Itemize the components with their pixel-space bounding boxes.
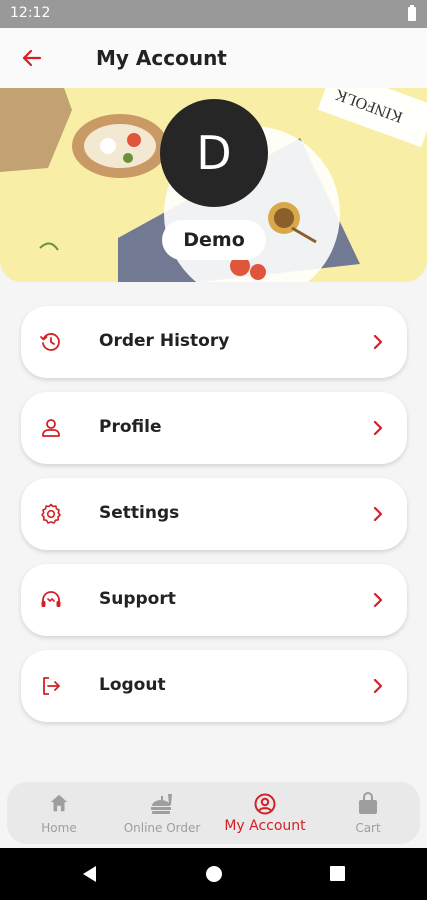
bottom-navigation: Home Online Order My Account Cart	[7, 782, 420, 844]
chevron-right-icon	[373, 678, 383, 694]
menu-item-label: Order History	[99, 331, 230, 351]
menu-item-label: Profile	[99, 417, 162, 437]
battery-icon	[408, 5, 416, 21]
user-icon	[42, 419, 60, 437]
user-name: Demo	[162, 220, 266, 260]
headset-icon	[41, 591, 61, 607]
nav-item-cart[interactable]: Cart	[316, 782, 420, 844]
menu-item-label: Logout	[99, 675, 166, 695]
food-icon	[151, 794, 172, 814]
menu-item-settings[interactable]: Settings	[21, 478, 407, 550]
app-bar: My Account	[0, 28, 427, 88]
chevron-right-icon	[373, 506, 383, 522]
status-time: 12:12	[10, 5, 51, 21]
nav-item-home[interactable]: Home	[7, 782, 111, 844]
menu-item-label: Settings	[99, 503, 180, 523]
bag-icon	[359, 792, 377, 814]
status-bar: 12:12	[0, 0, 427, 28]
menu-item-support[interactable]: Support	[21, 564, 407, 636]
avatar[interactable]: D	[160, 99, 268, 207]
menu-item-profile[interactable]: Profile	[21, 392, 407, 464]
nav-label: Online Order	[123, 821, 201, 835]
chevron-right-icon	[373, 334, 383, 350]
chevron-right-icon	[373, 420, 383, 436]
nav-label: Home	[41, 821, 77, 835]
nav-item-my-account[interactable]: My Account	[213, 782, 317, 844]
recents-square-icon[interactable]	[329, 865, 346, 882]
menu-item-order-history[interactable]: Order History	[21, 306, 407, 378]
system-navigation-bar	[0, 848, 427, 900]
back-arrow-icon[interactable]	[18, 44, 46, 72]
menu-item-label: Support	[99, 589, 176, 609]
home-icon	[50, 794, 68, 812]
logout-icon	[43, 677, 60, 695]
home-circle-icon[interactable]	[205, 865, 223, 883]
menu-item-logout[interactable]: Logout	[21, 650, 407, 722]
gear-icon	[41, 503, 61, 524]
nav-label: Cart	[355, 821, 381, 835]
chevron-right-icon	[373, 592, 383, 608]
account-menu: Order History Profile Settings Support L…	[21, 306, 407, 736]
nav-item-online-order[interactable]: Online Order	[110, 782, 214, 844]
history-icon	[40, 333, 60, 351]
nav-label: My Account	[224, 818, 306, 834]
page-title: My Account	[96, 46, 227, 70]
profile-banner: KINFOLK D Demo	[0, 88, 427, 282]
account-icon	[254, 793, 276, 815]
back-triangle-icon[interactable]	[81, 865, 99, 883]
